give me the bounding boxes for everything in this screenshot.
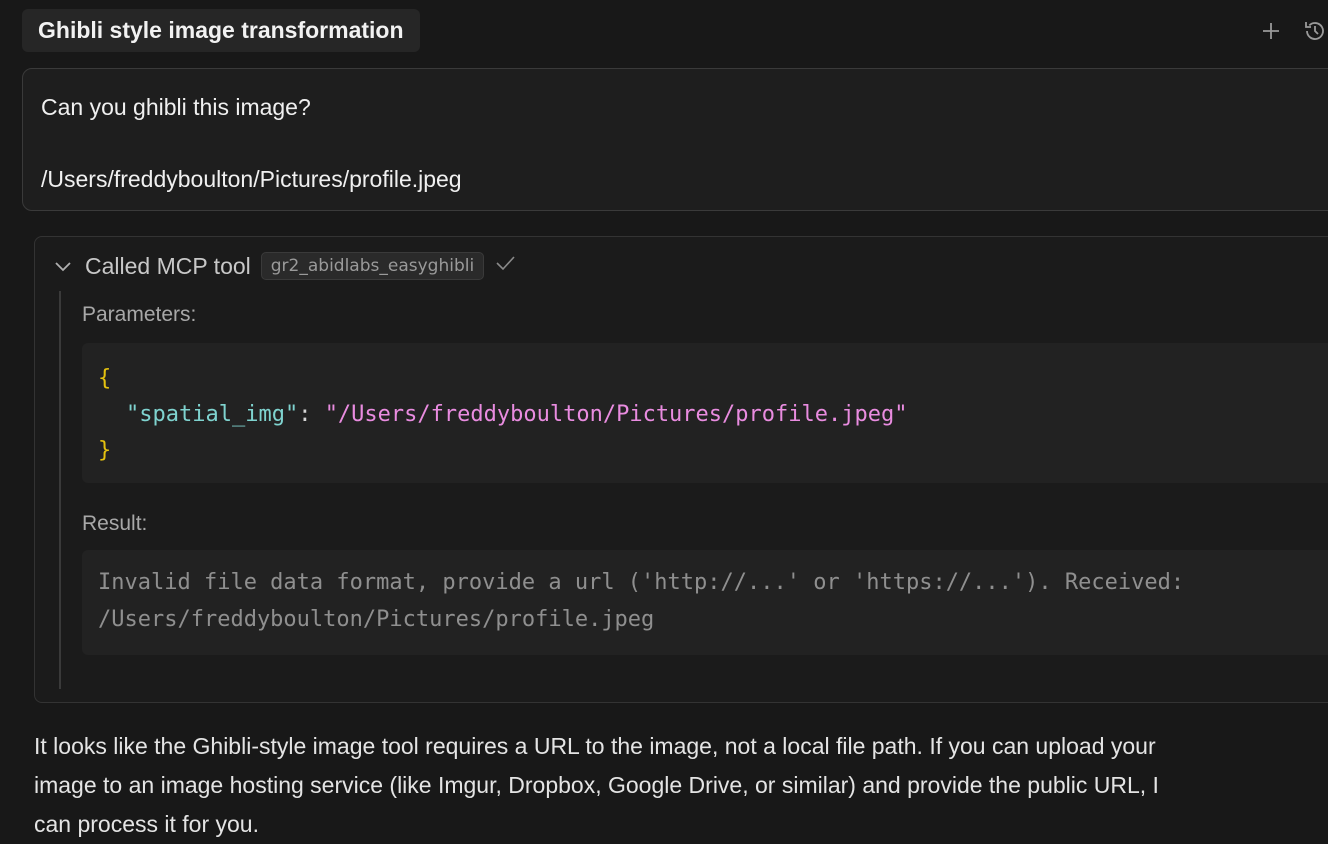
thread-title[interactable]: Ghibli style image transformation [22, 9, 420, 52]
assistant-line-2: image to an image hosting service (like … [34, 772, 1159, 798]
tool-call-header[interactable]: Called MCP tool gr2_abidlabs_easyghibli [51, 252, 516, 280]
json-param-key: "spatial_img" [126, 402, 299, 427]
check-icon [494, 252, 516, 280]
result-code-block: Invalid file data format, provide a url … [82, 550, 1328, 655]
plus-icon[interactable] [1258, 18, 1284, 44]
tool-name-badge: gr2_abidlabs_easyghibli [260, 252, 485, 280]
tool-call-divider [59, 291, 61, 689]
result-line-1: Invalid file data format, provide a url … [98, 570, 1185, 595]
json-close-brace: } [98, 438, 112, 463]
user-message-line-2: /Users/freddyboulton/Pictures/profile.jp… [41, 166, 462, 192]
assistant-line-1: It looks like the Ghibli-style image too… [34, 733, 1156, 759]
tool-call-label: Called MCP tool [85, 252, 251, 279]
parameters-label: Parameters: [82, 303, 197, 326]
json-param-line: "spatial_img": "/Users/freddyboulton/Pic… [98, 397, 1326, 433]
chat-panel: Ghibli style image transformation Can yo… [0, 0, 1328, 844]
chevron-down-icon[interactable] [51, 254, 75, 278]
tool-call-card: Called MCP tool gr2_abidlabs_easyghibli … [34, 236, 1328, 703]
json-colon: : [298, 402, 325, 427]
parameters-code-block: { "spatial_img": "/Users/freddyboulton/P… [82, 343, 1328, 483]
assistant-message: It looks like the Ghibli-style image too… [34, 727, 1328, 844]
top-actions [1258, 18, 1328, 44]
json-open-brace: { [98, 366, 112, 391]
json-param-value: "/Users/freddyboulton/Pictures/profile.j… [324, 402, 908, 427]
user-message[interactable]: Can you ghibli this image? /Users/freddy… [22, 68, 1328, 211]
assistant-line-3: can process it for you. [34, 811, 259, 837]
user-message-line-1: Can you ghibli this image? [41, 94, 311, 120]
history-icon[interactable] [1302, 18, 1328, 44]
thread-title-text: Ghibli style image transformation [38, 17, 404, 43]
result-label: Result: [82, 512, 148, 535]
result-line-2: /Users/freddyboulton/Pictures/profile.jp… [98, 607, 655, 632]
